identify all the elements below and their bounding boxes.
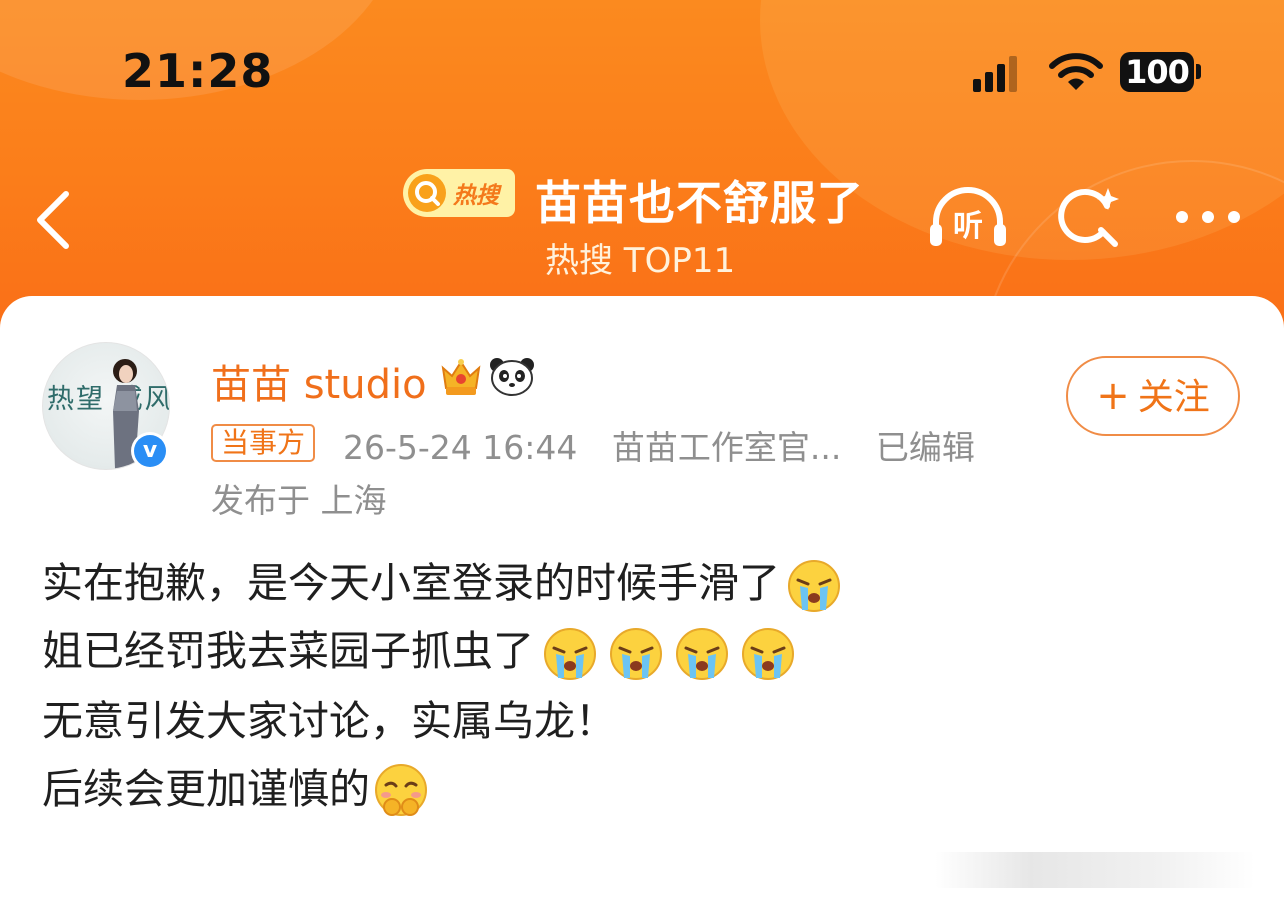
- post-line-4: 后续会更加谨慎的: [42, 762, 430, 821]
- post-text-2: 姐已经罚我去菜园子抓虫了: [42, 627, 534, 675]
- author-name[interactable]: 苗苗 studio: [211, 352, 427, 410]
- follow-label: 关注: [1137, 377, 1210, 418]
- listen-icon[interactable]: 听: [926, 186, 1010, 250]
- chevron-left-icon[interactable]: [30, 188, 80, 252]
- post-source[interactable]: 苗苗工作室官...: [612, 428, 841, 467]
- battery-tip: [1196, 64, 1201, 79]
- hot-search-icon: [408, 174, 446, 212]
- plus-icon: +: [1096, 373, 1130, 419]
- follow-button[interactable]: + 关注: [1066, 356, 1240, 436]
- crying-emoji-icon: [676, 628, 728, 680]
- page-subtitle: 热搜 TOP11: [545, 241, 736, 281]
- party-tag: 当事方: [211, 424, 316, 462]
- panda-badge-icon: [490, 358, 534, 396]
- post-line-2: 姐已经罚我去菜园子抓虫了: [42, 624, 796, 682]
- page-title: 苗苗也不舒服了: [535, 176, 864, 230]
- post-meta: 26-5-24 16:44 苗苗工作室官... 已编辑: [343, 421, 999, 469]
- listen-label: 听: [953, 209, 983, 244]
- watermark: [935, 852, 1255, 888]
- crying-emoji-icon: [610, 628, 662, 680]
- crying-emoji-icon: [742, 628, 794, 680]
- shy-emoji-icon: [375, 764, 427, 816]
- hot-search-label: 热搜: [453, 183, 499, 209]
- more-icon[interactable]: [1172, 206, 1244, 228]
- status-time: 21:28: [122, 44, 274, 98]
- battery-icon: 100: [1120, 52, 1194, 92]
- post-text-1: 实在抱歉，是今天小室登录的时候手滑了: [42, 559, 780, 607]
- post-date: 26-5-24 16:44: [343, 428, 578, 467]
- post-line-3: 无意引发大家讨论，实属乌龙！: [42, 694, 616, 748]
- search-icon[interactable]: [1055, 186, 1123, 252]
- signal-icon: [973, 54, 1019, 92]
- edited-label[interactable]: 已编辑: [876, 428, 975, 467]
- post-text-4: 后续会更加谨慎的: [42, 765, 370, 813]
- crown-badge-icon: [441, 359, 481, 395]
- wifi-icon: [1049, 53, 1103, 90]
- post-line-1: 实在抱歉，是今天小室登录的时候手滑了: [42, 556, 842, 614]
- crying-emoji-icon: [788, 560, 840, 612]
- post-text-3: 无意引发大家讨论，实属乌龙！: [42, 697, 616, 745]
- hot-search-badge: 热搜: [403, 169, 515, 217]
- crying-emoji-icon: [544, 628, 596, 680]
- verified-badge-icon: v: [131, 432, 169, 470]
- post-location: 发布于 上海: [211, 481, 387, 520]
